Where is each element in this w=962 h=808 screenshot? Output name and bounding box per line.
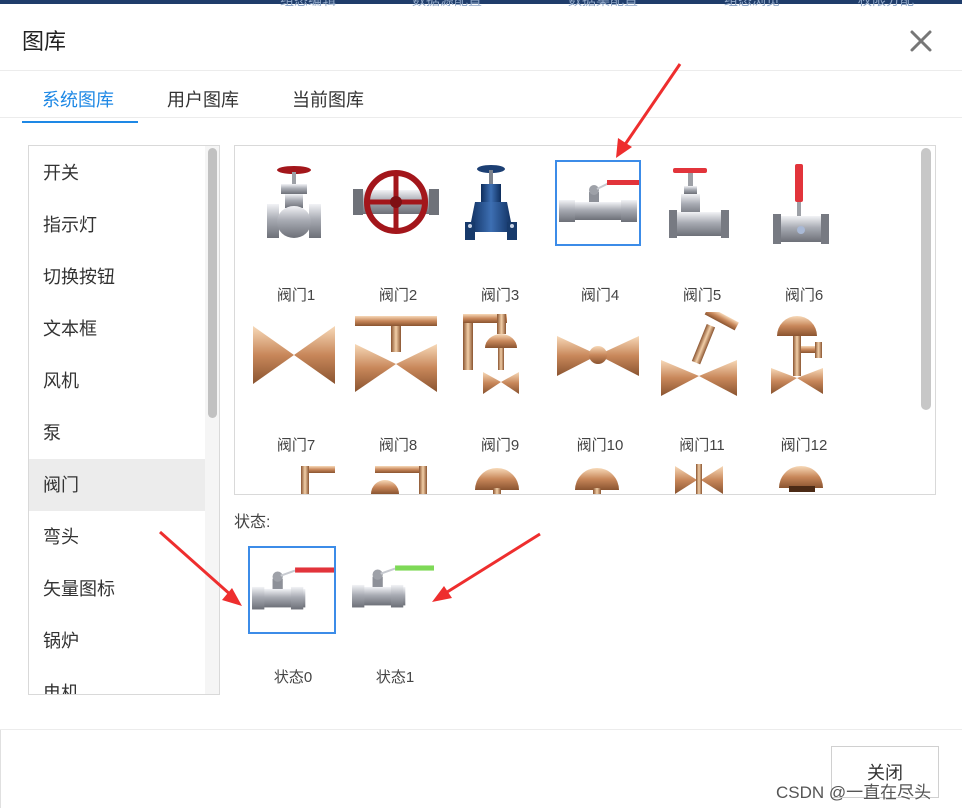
ball-bowtie-valve-icon xyxy=(555,312,641,398)
gallery-item-valve-12[interactable]: 阀门12 xyxy=(759,312,849,454)
gallery-item-label: 阀门10 xyxy=(576,437,624,454)
tab-current-gallery[interactable]: 当前图库 xyxy=(292,86,364,112)
active-tab-indicator xyxy=(22,121,138,123)
state-item-1[interactable]: 状态1 xyxy=(350,546,440,696)
footer-divider xyxy=(0,729,962,730)
category-item-switch[interactable]: 开关 xyxy=(29,147,207,199)
tabs-divider xyxy=(0,117,962,118)
background-nav-item: 组态浏览 xyxy=(724,0,780,8)
category-item-fan[interactable]: 风机 xyxy=(29,355,207,407)
wheel-valve-icon xyxy=(353,160,439,246)
gallery-item-valve-11[interactable]: 阀门11 xyxy=(657,306,747,454)
gallery-item-valve-2[interactable]: 阀门2 xyxy=(353,160,443,304)
gallery-item-partial[interactable] xyxy=(555,464,645,494)
state-label: 状态0 xyxy=(273,669,313,686)
background-nav-item: 数据集配置 xyxy=(568,0,638,8)
gallery-item-valve-10[interactable]: 阀门10 xyxy=(555,312,645,454)
category-item-elbow[interactable]: 弯头 xyxy=(29,511,207,563)
gallery-item-partial[interactable] xyxy=(353,464,443,494)
gallery-item-partial[interactable] xyxy=(759,464,849,494)
state-label: 状态1 xyxy=(375,669,415,686)
footer-edge xyxy=(0,730,1,808)
elbow-dome-valve-icon xyxy=(455,312,541,398)
gallery-item-label: 阀门3 xyxy=(480,287,520,304)
arrow-icon xyxy=(616,63,682,158)
background-nav-strip: 组态编辑 数据源配置 数据集配置 组态浏览 权限分配 xyxy=(0,0,962,8)
gallery-item-valve-1[interactable]: 阀门1 xyxy=(251,160,341,304)
background-nav-item: 数据源配置 xyxy=(412,0,482,8)
category-item-indicator[interactable]: 指示灯 xyxy=(29,199,207,251)
gallery-item-valve-4[interactable]: 阀门4 xyxy=(555,160,645,304)
background-nav-item: 组态编辑 xyxy=(280,0,336,8)
gallery-item-label: 阀门12 xyxy=(780,437,828,454)
category-item-vector-icon[interactable]: 矢量图标 xyxy=(29,563,207,615)
lever-valve-icon xyxy=(759,160,845,246)
t-stem-valve-icon xyxy=(353,312,439,398)
category-item-pump[interactable]: 泵 xyxy=(29,407,207,459)
angled-stem-valve-icon xyxy=(657,306,743,398)
close-icon[interactable] xyxy=(906,26,936,56)
tab-system-gallery[interactable]: 系统图库 xyxy=(42,86,114,112)
gallery-item-valve-5[interactable]: 阀门5 xyxy=(657,160,747,304)
gallery-item-partial[interactable] xyxy=(657,464,747,494)
gate-valve-icon xyxy=(455,160,541,246)
ball-valve-icon xyxy=(248,546,336,634)
state-item-0[interactable]: 状态0 xyxy=(248,546,338,696)
category-item-boiler[interactable]: 锅炉 xyxy=(29,615,207,667)
state-title: 状态: xyxy=(234,514,271,531)
gallery-item-partial[interactable] xyxy=(251,464,341,494)
tab-user-gallery[interactable]: 用户图库 xyxy=(167,86,239,112)
category-list[interactable]: 开关 指示灯 切换按钮 文本框 风机 泵 阀门 弯头 矢量图标 锅炉 电机 xyxy=(28,145,220,695)
category-item-motor[interactable]: 电机 xyxy=(29,667,207,694)
watermark: CSDN @一直在尽头 xyxy=(776,783,932,802)
ball-valve-icon xyxy=(555,160,641,246)
dome-actuator-valve-icon xyxy=(759,312,845,398)
gallery-item-valve-3[interactable]: 阀门3 xyxy=(455,160,545,304)
gallery-item-label: 阀门4 xyxy=(580,287,620,304)
ball-valve-icon xyxy=(350,546,438,634)
gallery-item-valve-6[interactable]: 阀门6 xyxy=(759,160,849,304)
gallery-item-label: 阀门7 xyxy=(276,437,316,454)
dialog-title: 图库 xyxy=(22,29,67,54)
red-handwheel-valve-icon xyxy=(657,160,743,246)
gallery-item-label: 阀门6 xyxy=(784,287,824,304)
gallery-item-label: 阀门8 xyxy=(378,437,418,454)
category-item-toggle-button[interactable]: 切换按钮 xyxy=(29,251,207,303)
gallery-item-label: 阀门11 xyxy=(679,437,725,454)
category-item-textbox[interactable]: 文本框 xyxy=(29,303,207,355)
gallery-item-valve-8[interactable]: 阀门8 xyxy=(353,312,443,454)
background-nav-item: 权限分配 xyxy=(858,0,914,8)
gallery-item-valve-9[interactable]: 阀门9 xyxy=(455,312,545,454)
gallery-item-label: 阀门2 xyxy=(378,287,418,304)
arrow-icon xyxy=(432,532,541,602)
header-divider xyxy=(0,70,962,71)
icon-gallery[interactable]: 阀门1 阀门2 阀门3 阀门4 阀门5 阀门6 阀门7 阀门8 阀门9 阀门10… xyxy=(234,145,936,495)
category-scrollbar-thumb[interactable] xyxy=(208,148,217,418)
gallery-item-valve-7[interactable]: 阀门7 xyxy=(251,312,341,454)
gallery-item-partial[interactable] xyxy=(455,464,545,494)
category-item-valve[interactable]: 阀门 xyxy=(29,459,207,511)
gallery-item-label: 阀门5 xyxy=(682,287,722,304)
gallery-item-label: 阀门9 xyxy=(480,437,520,454)
bowtie-valve-icon xyxy=(251,312,337,398)
globe-valve-icon xyxy=(251,160,337,246)
gallery-item-label: 阀门1 xyxy=(276,287,316,304)
gallery-scrollbar-thumb[interactable] xyxy=(921,148,931,410)
